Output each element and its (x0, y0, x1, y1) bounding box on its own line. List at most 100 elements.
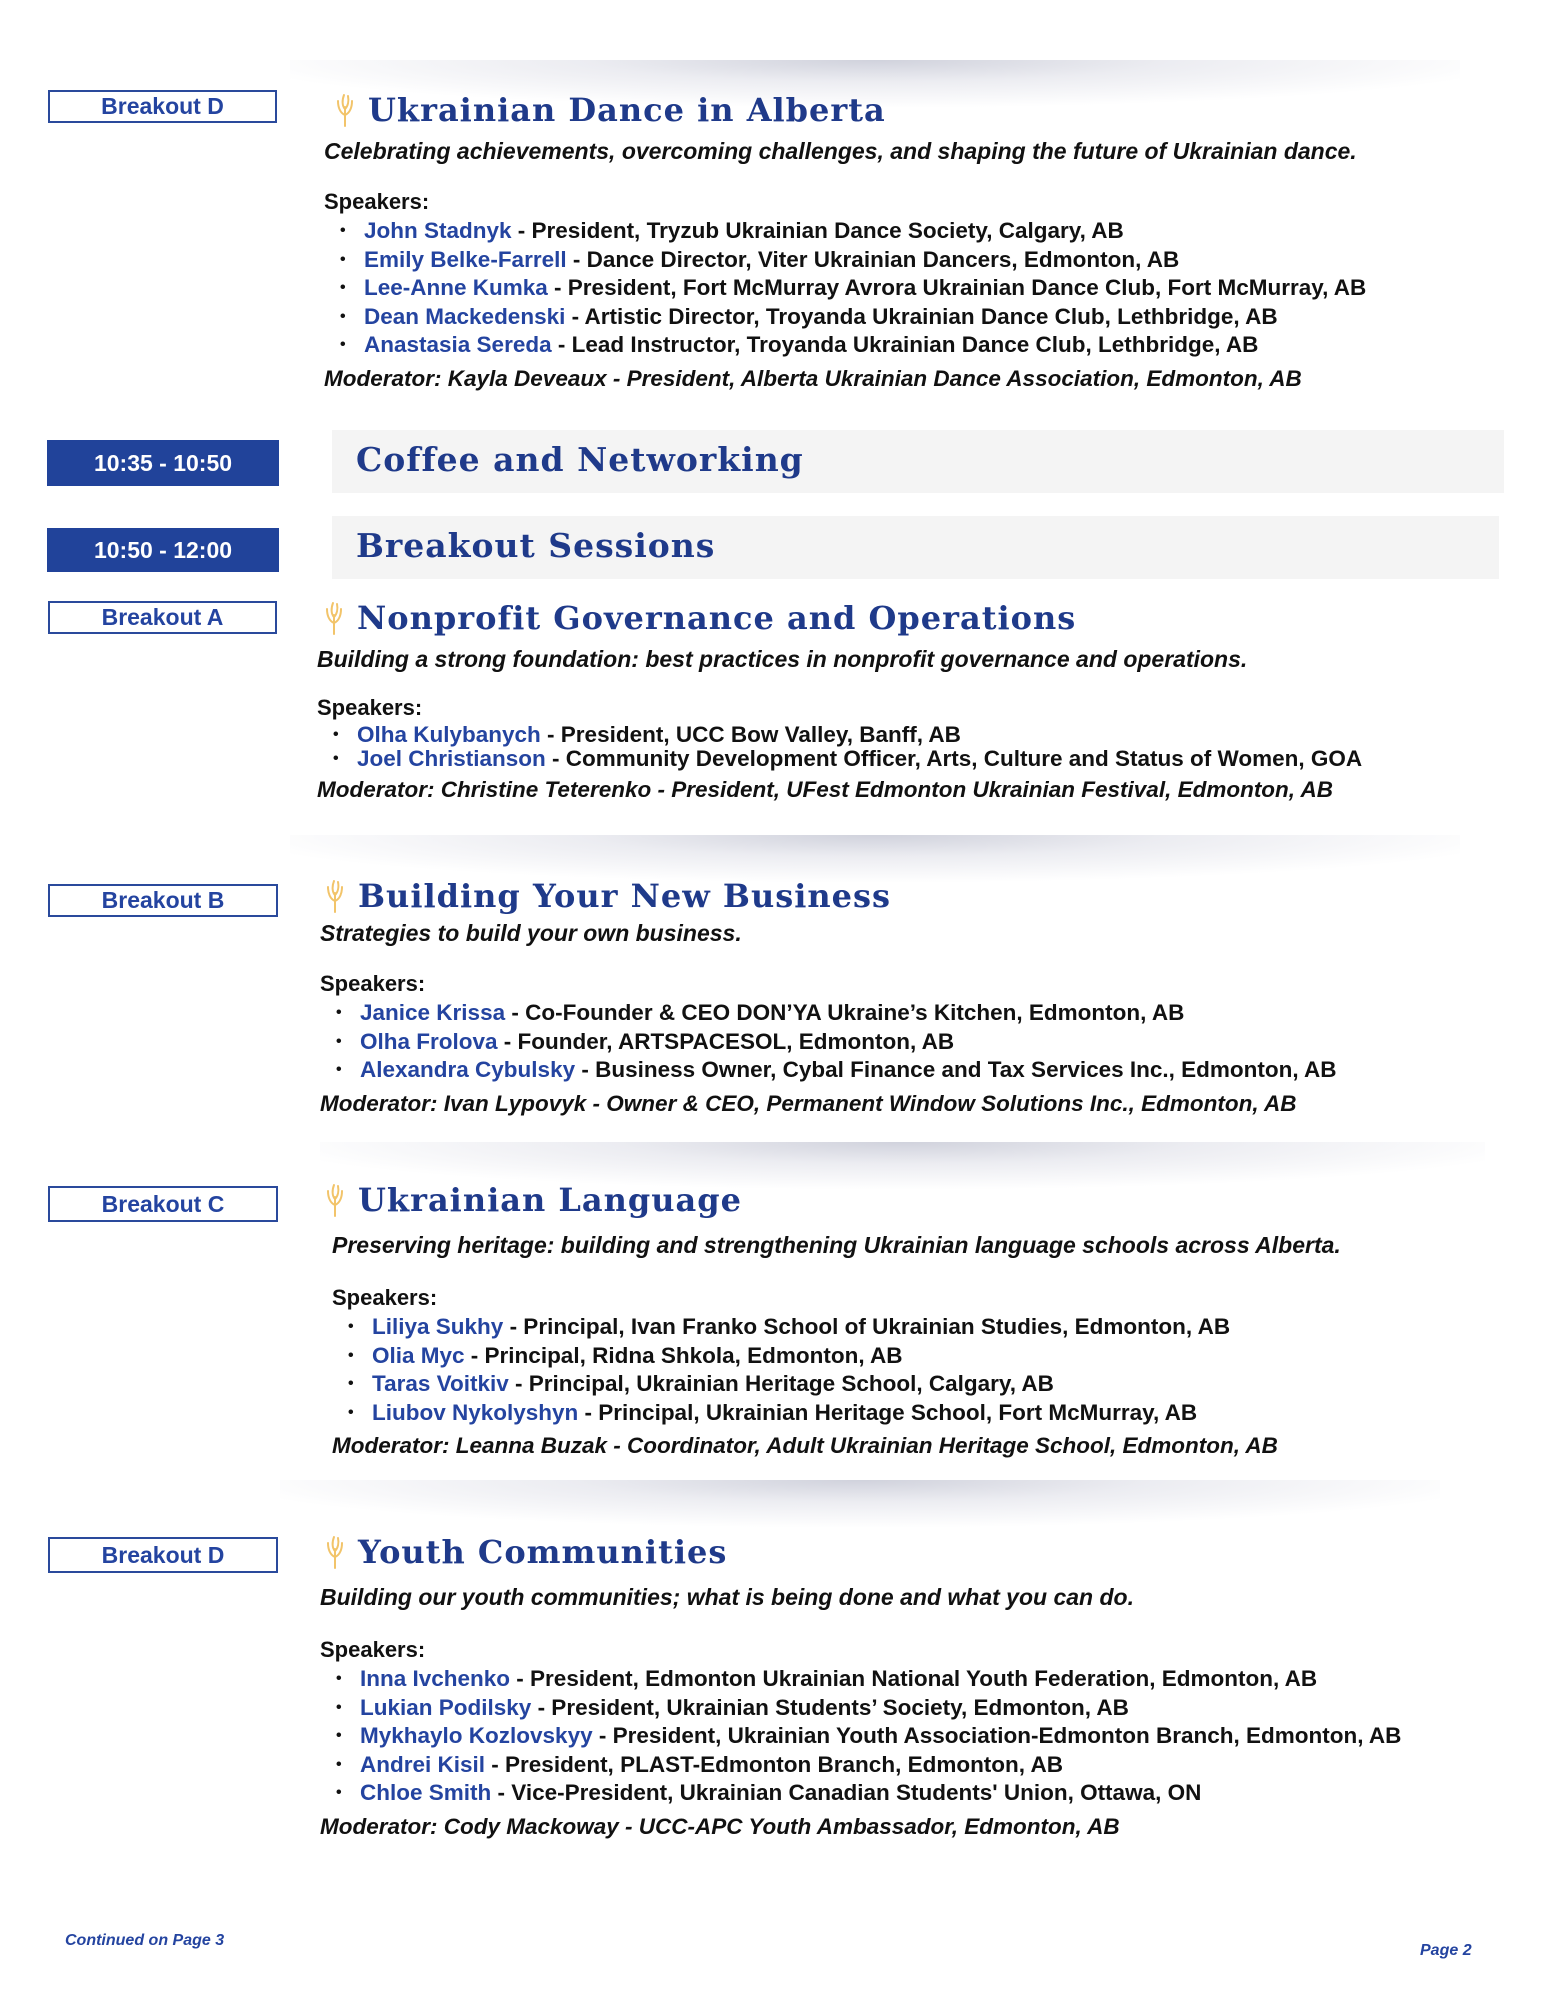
speaker-name: Olha Kulybanych (357, 722, 541, 747)
speaker-name: John Stadnyk (364, 218, 512, 243)
agenda-band-coffee: Coffee and Networking (332, 430, 1504, 493)
session-description: Celebrating achievements, overcoming cha… (324, 138, 1357, 164)
wheat-icon (326, 602, 342, 635)
session-nonprofit-governance: Nonprofit Governance and Operations Buil… (317, 598, 1362, 803)
section-shadow-divider (280, 1480, 1440, 1528)
speaker-name: Anastasia Sereda (364, 332, 552, 357)
speaker-name: Dean Mackedenski (364, 303, 566, 329)
speaker-name: Alexandra Cybulsky (360, 1057, 576, 1082)
continued-note: Continued on Page 3 (65, 1932, 225, 1949)
speakers-label: Speakers: (317, 695, 423, 720)
breakout-tag: Breakout D (48, 1537, 278, 1573)
speaker-item: • John Stadnyk - President, Tryzub Ukrain… (340, 217, 1366, 246)
agenda-title: Coffee and Networking (356, 440, 804, 479)
session-header: Youth Communities (322, 1532, 1401, 1572)
speaker-role: - Principal, Ukrainian Heritage School, … (578, 1399, 1198, 1425)
bullet-icon: • (348, 1346, 354, 1364)
agenda-title: Breakout Sessions (356, 526, 716, 565)
session-header: Ukrainian Language (322, 1180, 1341, 1220)
speakers-label: Speakers: (320, 971, 426, 996)
speaker-name: Lee-Anne Kumka (364, 275, 548, 300)
session-body: Preserving heritage: building and streng… (332, 1232, 1341, 1459)
speaker-role: - Principal, Ivan Franko School of Ukrai… (503, 1314, 1231, 1339)
time-slot: 10:35 - 10:50 (47, 440, 279, 486)
speaker-list: • Janice Krissa - Co-Founder & CEO DON’YA… (320, 999, 1337, 1085)
speaker-role: - Lead Instructor, Troyanda Ukrainian Da… (551, 332, 1259, 357)
session-description: Strategies to build your own business. (320, 920, 742, 946)
speaker-item: • Janice Krissa - Co-Founder & CEO DON’YA… (336, 999, 1337, 1028)
bullet-icon: • (336, 1004, 342, 1021)
speaker-name: Andrei Kisil (360, 1751, 486, 1777)
bullet-icon: • (340, 222, 346, 239)
speaker-name: Mykhaylo Kozlovskyy (360, 1723, 593, 1748)
speaker-role: - President, UCC Bow Valley, Banff, AB (540, 722, 961, 747)
bullet-icon: • (336, 1698, 342, 1716)
speaker-name: Emily Belke-Farrell (364, 246, 567, 272)
speaker-role: - Founder, ARTSPACESOL, Edmonton, AB (497, 1028, 955, 1054)
session-ukrainian-language: Ukrainian Language Preserving heritage: … (320, 1180, 1341, 1459)
speaker-role: - President, Fort McMurray Avrora Ukrain… (547, 275, 1367, 300)
moderator: Moderator: Christine Teterenko - Preside… (317, 777, 1333, 802)
breakout-tag: Breakout D (48, 90, 277, 123)
speaker-name: Liubov Nykolyshyn (372, 1399, 579, 1425)
speaker-role: - Business Owner, Cybal Finance and Tax … (575, 1057, 1337, 1082)
speaker-item: • Inna Ivchenko - President, Edmonton Ukr… (336, 1665, 1401, 1694)
bullet-icon: • (333, 726, 339, 743)
speaker-name: Taras Voitkiv (372, 1371, 509, 1396)
speaker-role: - Dance Director, Viter Ukrainian Dancer… (566, 246, 1180, 272)
speaker-role: - President, Edmonton Ukrainian National… (510, 1666, 1318, 1691)
speaker-role: - Vice-President, Ukrainian Canadian Stu… (491, 1780, 1202, 1805)
bullet-icon: • (340, 336, 346, 353)
speaker-item: • Dean Mackedenski - Artistic Director, T… (340, 303, 1366, 332)
session-description: Building a strong foundation: best pract… (317, 646, 1248, 672)
bullet-icon: • (336, 1784, 342, 1801)
speaker-item: • Taras Voitkiv - Principal, Ukrainian He… (348, 1370, 1341, 1399)
speaker-item: • Olha Kulybanych - President, UCC Bow Va… (333, 723, 1362, 747)
moderator: Moderator: Cody Mackoway - UCC-APC Youth… (320, 1813, 1120, 1839)
time-slot: 10:50 - 12:00 (47, 528, 279, 572)
speaker-name: Lukian Podilsky (360, 1694, 532, 1720)
session-title: Ukrainian Language (358, 1181, 742, 1219)
session-title: Youth Communities (358, 1533, 728, 1571)
speaker-item: • Liubov Nykolyshyn - Principal, Ukrainia… (348, 1399, 1341, 1428)
session-title: Nonprofit Governance and Operations (357, 599, 1077, 637)
session-header: Building Your New Business (322, 876, 1337, 916)
breakout-tag: Breakout A (48, 601, 277, 634)
speaker-item: • Joel Christianson - Community Developme… (333, 747, 1362, 771)
speaker-item: • Lee-Anne Kumka - President, Fort McMurr… (340, 274, 1366, 303)
session-description: Building our youth communities; what is … (320, 1584, 1134, 1610)
speaker-role: - Principal, Ukrainian Heritage School, … (508, 1371, 1054, 1396)
bullet-icon: • (336, 1032, 342, 1050)
bullet-icon: • (336, 1670, 342, 1687)
speakers-label: Speakers: (320, 1637, 426, 1662)
speaker-role: - Co-Founder & CEO DON’YA Ukraine’s Kitc… (505, 1000, 1185, 1025)
speaker-name: Olha Frolova (360, 1028, 498, 1054)
speaker-item: • Alexandra Cybulsky - Business Owner, Cy… (336, 1056, 1337, 1085)
speaker-name: Janice Krissa (360, 1000, 506, 1025)
bullet-icon: • (348, 1403, 354, 1421)
speaker-role: - Principal, Ridna Shkola, Edmonton, AB (464, 1342, 903, 1368)
bullet-icon: • (333, 750, 339, 767)
moderator: Moderator: Leanna Buzak - Coordinator, A… (332, 1433, 1278, 1458)
bullet-icon: • (340, 250, 346, 268)
speaker-name: Olia Myc (372, 1342, 465, 1368)
bullet-icon: • (340, 307, 346, 325)
session-youth-communities: Youth Communities Building our youth com… (320, 1532, 1401, 1840)
bullet-icon: • (348, 1318, 354, 1335)
speaker-item: • Lukian Podilsky - President, Ukrainian … (336, 1694, 1401, 1723)
speaker-role: - President, Tryzub Ukrainian Dance Soci… (511, 218, 1124, 243)
speaker-name: Inna Ivchenko (360, 1666, 511, 1691)
speaker-item: • Chloe Smith - Vice-President, Ukrainian… (336, 1779, 1401, 1808)
speaker-item: • Emily Belke-Farrell - Dance Director, V… (340, 246, 1366, 275)
speaker-list: • Olha Kulybanych - President, UCC Bow Va… (317, 723, 1362, 771)
speaker-role: - President, Ukrainian Students’ Society… (531, 1694, 1129, 1720)
moderator: Moderator: Kayla Deveaux - President, Al… (324, 365, 1302, 391)
speaker-item: • Mykhaylo Kozlovskyy - President, Ukrain… (336, 1722, 1401, 1751)
speakers-label: Speakers: (332, 1285, 438, 1310)
session-description: Preserving heritage: building and streng… (332, 1232, 1341, 1258)
speaker-name: Liliya Sukhy (372, 1314, 504, 1339)
agenda-band-breakouts: Breakout Sessions (332, 516, 1499, 579)
speaker-list: • John Stadnyk - President, Tryzub Ukrain… (324, 217, 1366, 360)
speaker-item: • Andrei Kisil - President, PLAST-Edmonto… (336, 1751, 1401, 1780)
speaker-role: - President, Ukrainian Youth Association… (592, 1723, 1402, 1748)
